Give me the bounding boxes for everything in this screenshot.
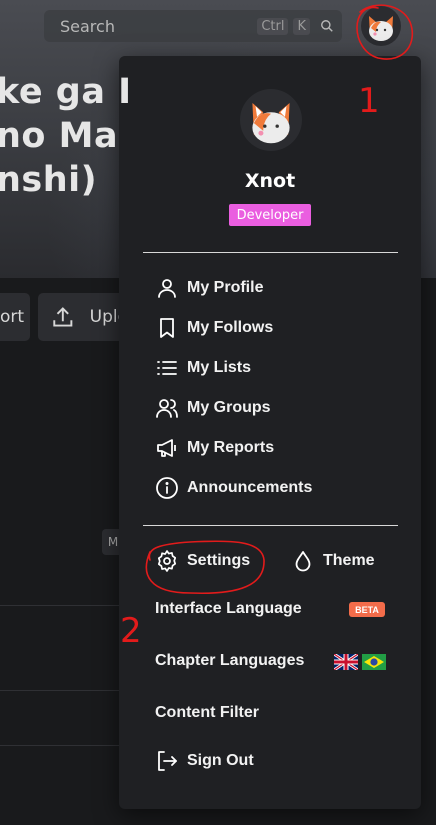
menu-item-label: My Reports (187, 439, 275, 456)
shortcut-ctrl-key: Ctrl (257, 17, 289, 35)
user-menu: Xnot Developer My Profile My Follows My … (119, 56, 421, 809)
cat-avatar-icon (369, 16, 393, 41)
bg-divider (0, 605, 120, 606)
menu-item-my-reports[interactable]: My Reports (155, 433, 274, 463)
menu-item-sign-out[interactable]: Sign Out (155, 746, 254, 776)
droplet-icon (295, 551, 311, 572)
beta-badge: BETA (349, 602, 385, 617)
menu-item-label: My Groups (187, 399, 271, 416)
uk-flag-icon (334, 654, 358, 670)
bg-upload-button[interactable]: Uplo (38, 293, 128, 341)
role-badge: Developer (229, 204, 311, 226)
list-icon (157, 361, 177, 375)
upload-icon (53, 307, 73, 327)
menu-item-label: Settings (187, 552, 251, 569)
shortcut-k-key: K (293, 17, 310, 35)
menu-item-settings[interactable]: Settings (155, 546, 250, 576)
menu-item-label: Content Filter (155, 704, 259, 721)
menu-item-chapter-languages[interactable]: Chapter Languages (155, 646, 304, 676)
sign-out-icon (158, 751, 177, 771)
gear-icon (157, 550, 177, 572)
username: Xnot (244, 170, 296, 192)
menu-item-label: Chapter Languages (155, 652, 305, 669)
bookmark-icon (160, 318, 174, 338)
menu-item-label: Announcements (187, 479, 313, 496)
menu-item-label: My Lists (187, 359, 252, 376)
menu-item-my-follows[interactable]: My Follows (155, 313, 273, 343)
menu-item-content-filter[interactable]: Content Filter (155, 698, 259, 728)
bg-divider (0, 690, 120, 691)
menu-item-interface-language[interactable]: Interface Language (155, 594, 302, 624)
menu-item-label: Sign Out (187, 752, 254, 769)
menu-divider-bottom (143, 525, 398, 526)
search-icon[interactable] (320, 19, 334, 33)
menu-item-label: My Follows (187, 319, 274, 336)
megaphone-icon (157, 439, 176, 457)
menu-item-label: Interface Language (155, 600, 302, 617)
manga-title: ke ga I no Ma nshi) (0, 72, 132, 200)
info-icon (156, 477, 178, 499)
menu-item-my-lists[interactable]: My Lists (155, 353, 251, 383)
users-icon (156, 399, 178, 418)
menu-item-theme[interactable]: Theme (291, 546, 375, 576)
bg-divider (0, 745, 120, 746)
cat-avatar-icon (252, 102, 290, 144)
user-icon (158, 279, 176, 298)
brazil-flag-icon (362, 654, 386, 670)
menu-item-my-profile[interactable]: My Profile (155, 273, 263, 303)
menu-avatar[interactable] (240, 89, 302, 151)
user-avatar-button[interactable] (361, 6, 401, 46)
menu-item-announcements[interactable]: Announcements (155, 473, 312, 503)
search-placeholder: Search (60, 16, 115, 36)
menu-item-label: My Profile (187, 279, 264, 296)
menu-item-my-groups[interactable]: My Groups (155, 393, 271, 423)
bg-report-label: ort (0, 307, 25, 327)
search-bar[interactable]: Search Ctrl K (44, 10, 342, 42)
menu-divider-top (143, 252, 398, 253)
menu-item-label: Theme (323, 552, 375, 569)
bg-report-button[interactable]: ort (0, 293, 30, 341)
